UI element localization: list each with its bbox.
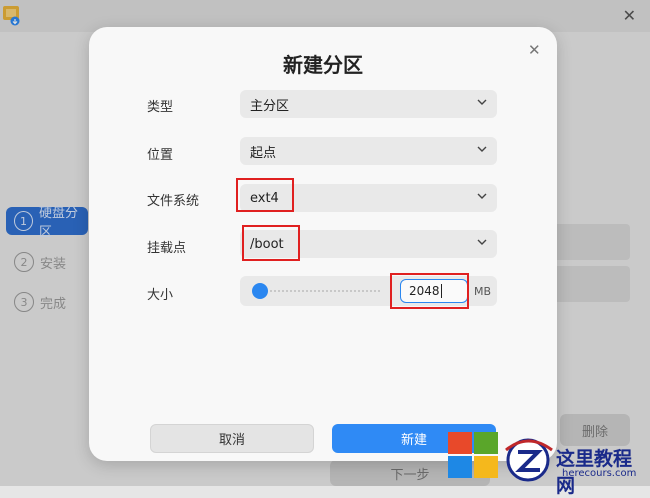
chevron-down-icon (477, 239, 487, 245)
new-partition-dialog: 新建分区 ✕ 类型 主分区 位置 起点 文件系统 ext4 挂载点 /boot … (89, 27, 557, 461)
chevron-down-icon (477, 146, 487, 152)
type-select-value: 主分区 (250, 98, 290, 114)
type-label: 类型 (147, 100, 174, 115)
filesystem-label: 文件系统 (147, 194, 200, 209)
chevron-down-icon (477, 99, 487, 105)
type-select[interactable]: 主分区 (240, 90, 497, 118)
size-label: 大小 (147, 288, 174, 303)
position-select[interactable]: 起点 (240, 137, 497, 165)
chevron-down-icon (477, 193, 487, 199)
size-slider-track[interactable] (258, 290, 380, 294)
dialog-close-icon[interactable]: ✕ (528, 41, 541, 59)
highlight-box (390, 273, 469, 309)
watermark-url: herecours.com (562, 468, 637, 479)
highlight-box (236, 178, 294, 212)
cancel-button[interactable]: 取消 (150, 424, 314, 453)
size-slider-handle[interactable] (252, 283, 268, 299)
position-select-value: 起点 (250, 145, 277, 161)
size-unit: MB (474, 285, 492, 298)
mountpoint-label: 挂载点 (147, 241, 187, 256)
highlight-box (242, 225, 300, 261)
position-label: 位置 (147, 148, 174, 163)
dialog-title: 新建分区 (283, 53, 363, 77)
